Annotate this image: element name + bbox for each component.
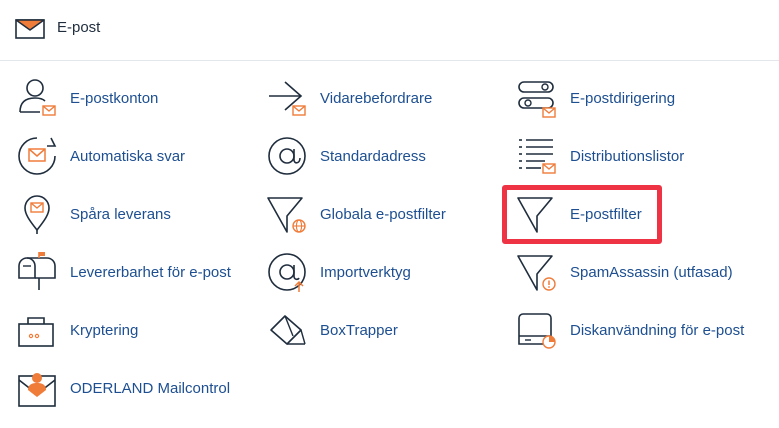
mailbox-icon — [15, 250, 59, 294]
autoresponder-icon — [15, 134, 59, 178]
item-label: Globala e-postfilter — [320, 206, 446, 223]
item-label: Importverktyg — [320, 264, 411, 281]
at-sign-icon — [265, 134, 309, 178]
item-label: Spåra leverans — [70, 206, 171, 223]
forward-arrow-icon — [265, 76, 309, 120]
item-label: Automatiska svar — [70, 148, 186, 165]
disk-usage-icon — [515, 308, 559, 352]
envelope-icon — [15, 18, 45, 40]
list-icon — [515, 134, 559, 178]
item-label: SpamAssassin (utfasad) — [570, 264, 733, 281]
highlight-box — [502, 185, 662, 244]
import-at-icon — [265, 250, 309, 294]
page-header: E-post — [0, 0, 779, 61]
item-label: Kryptering — [70, 322, 139, 339]
map-pin-mail-icon — [15, 192, 59, 236]
lock-briefcase-icon — [15, 308, 59, 352]
routing-icon — [515, 76, 559, 120]
item-label: E-postdirigering — [570, 90, 676, 107]
item-label: Standardadress — [320, 148, 426, 165]
item-label: Levererbarhet för e-post — [70, 264, 231, 281]
spam-filter-icon — [515, 250, 559, 294]
user-mail-icon — [15, 76, 59, 120]
item-label: Diskanvändning för e-post — [570, 322, 745, 339]
item-label: Vidarebefordrare — [320, 90, 433, 107]
boxtrapper-icon — [265, 308, 309, 352]
page-title: E-post — [57, 19, 101, 36]
item-label: Distributionslistor — [570, 148, 685, 165]
globe-filter-icon — [265, 192, 309, 236]
mailcontrol-icon — [15, 366, 59, 410]
item-label: ODERLAND Mailcontrol — [70, 380, 231, 397]
item-label: E-postkonton — [70, 90, 159, 107]
item-label: BoxTrapper — [320, 322, 398, 339]
